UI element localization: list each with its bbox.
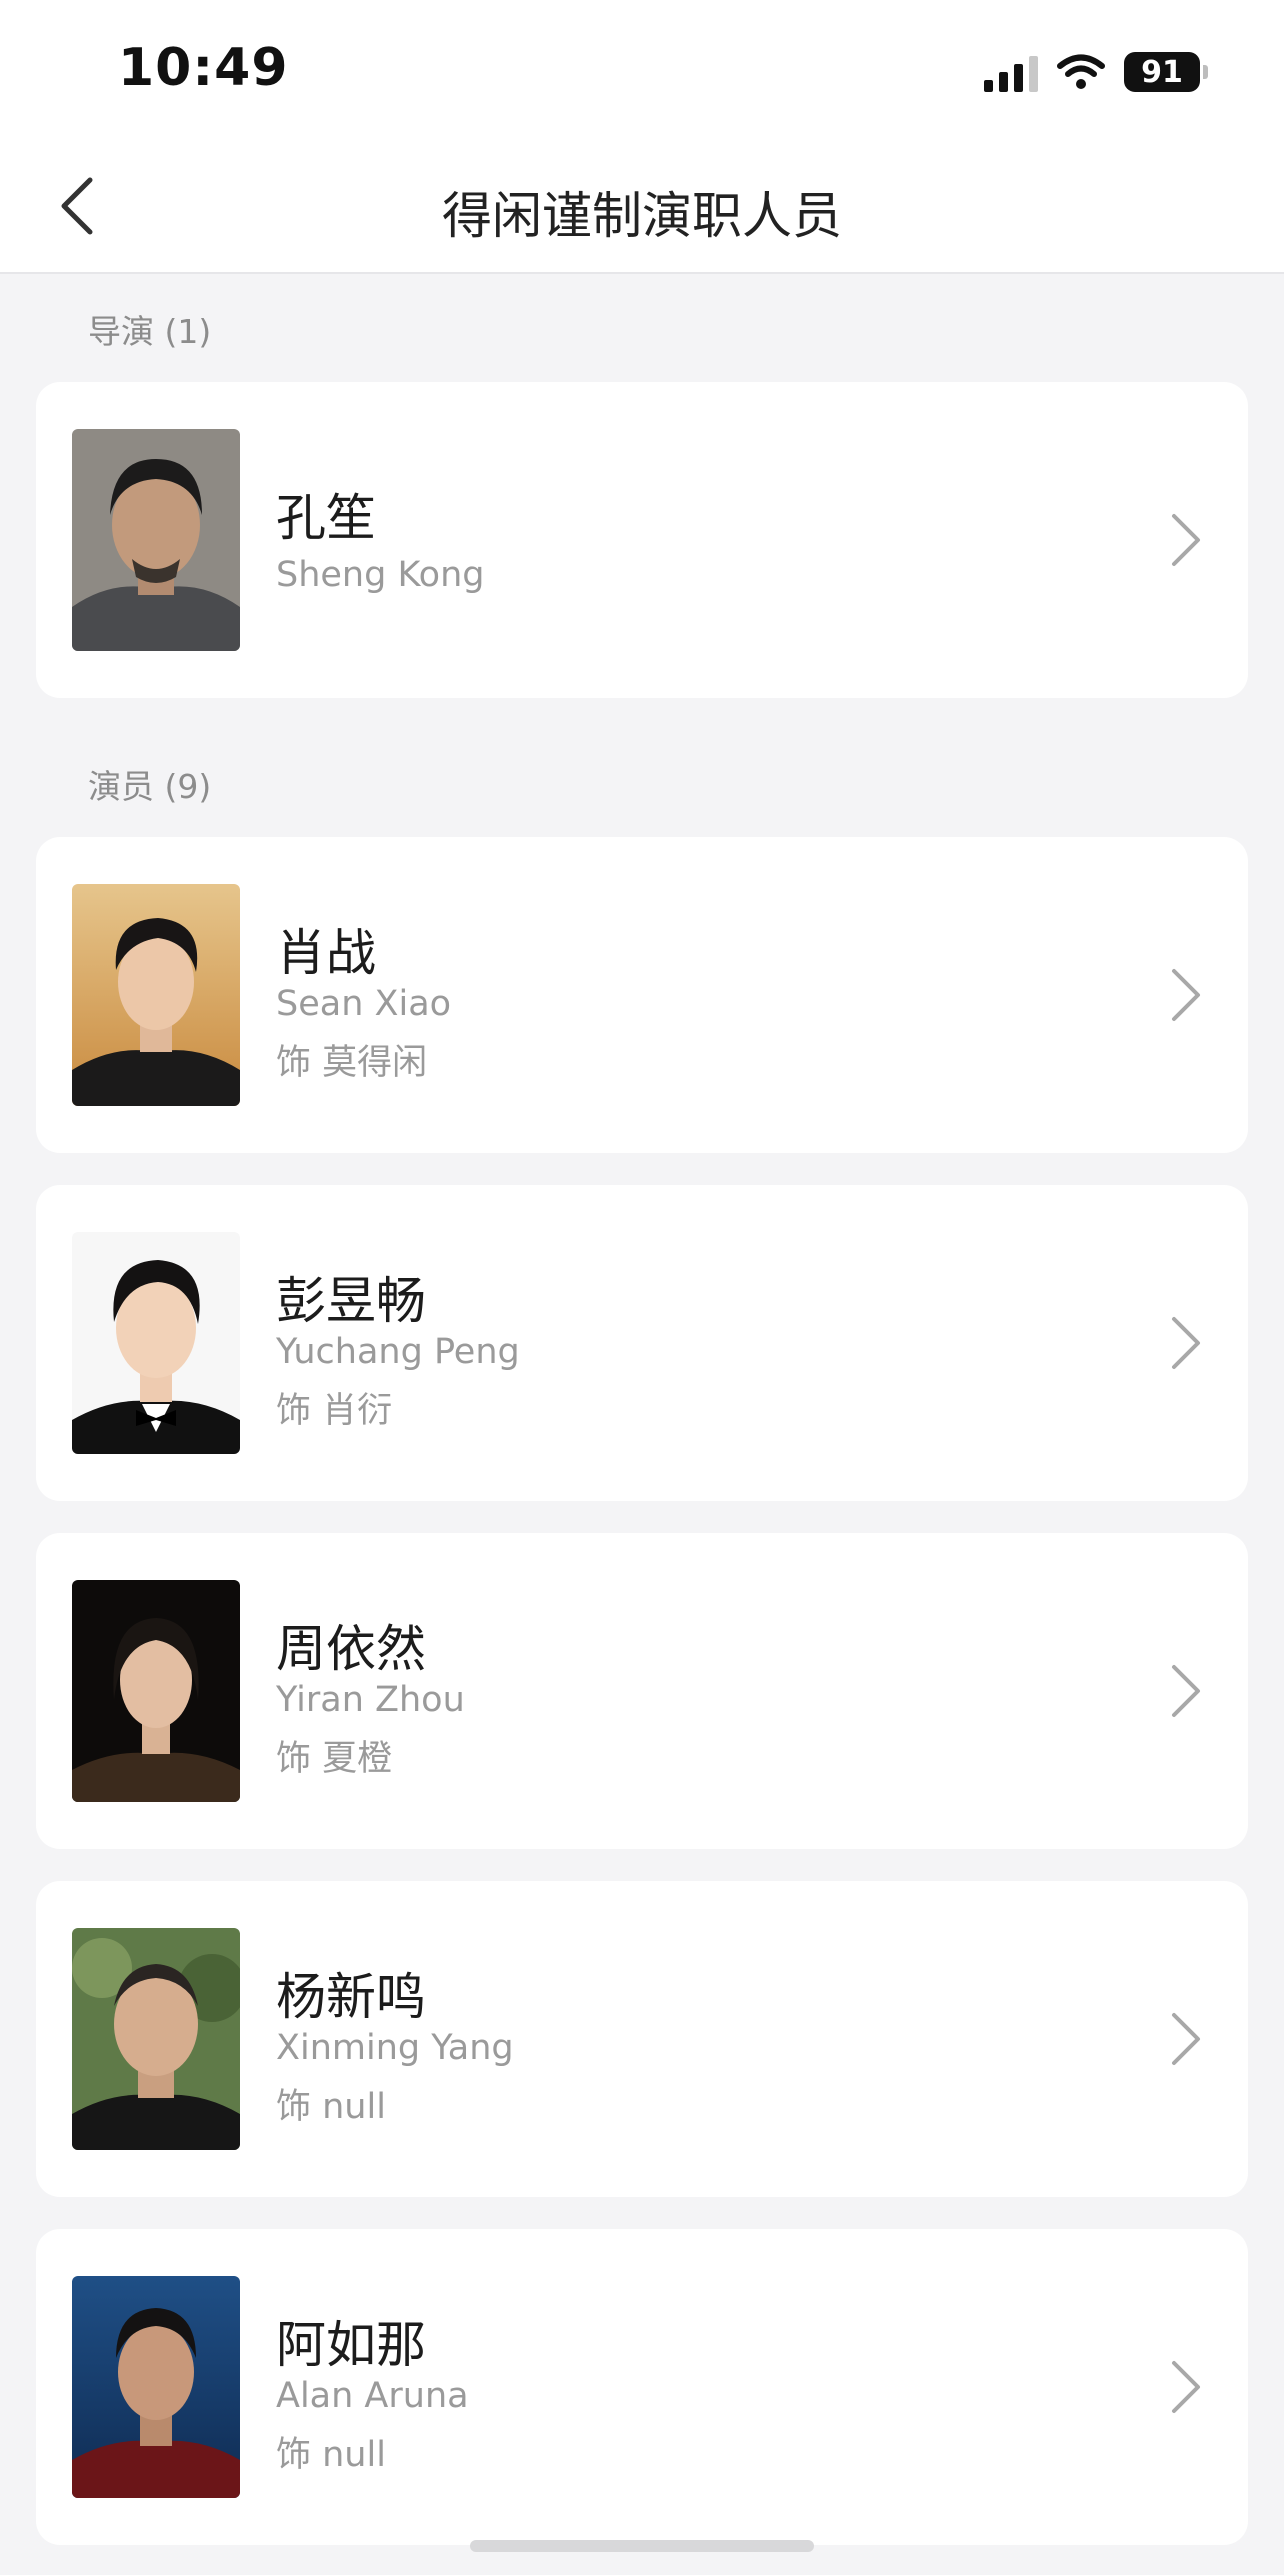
navigation-bar: 得闲谨制演职人员 [0,140,1284,274]
page-title: 得闲谨制演职人员 [442,187,842,245]
avatar [72,1580,240,1802]
person-name: 肖战 [276,924,376,982]
section-label-directors: 导演 (1) [88,312,212,351]
person-name: 彭昱畅 [276,1272,426,1330]
character-role: 饰 null [276,2087,386,2127]
status-time: 10:49 [118,38,289,98]
person-name: 孔笙 [276,489,376,547]
chevron-right-icon [1172,1665,1200,1717]
cast-card[interactable]: 肖战 Sean Xiao 饰 莫得闲 [36,837,1248,1153]
cast-card[interactable]: 杨新鸣 Xinming Yang 饰 null [36,1881,1248,2197]
chevron-right-icon [1172,969,1200,1021]
status-bar: 10:49 91 [0,0,1284,140]
chevron-right-icon [1172,2361,1200,2413]
chevron-right-icon [1172,514,1200,566]
avatar [72,2276,240,2498]
person-english-name: Yuchang Peng [276,1332,520,1372]
status-icons: 91 [984,50,1208,94]
cast-card[interactable]: 周依然 Yiran Zhou 饰 夏橙 [36,1533,1248,1849]
section-label-actors: 演员 (9) [88,767,212,806]
battery-level: 91 [1141,54,1183,90]
portrait-photo [72,884,240,1106]
person-english-name: Sheng Kong [276,555,485,595]
chevron-right-icon [1172,1317,1200,1369]
avatar [72,1928,240,2150]
person-english-name: Sean Xiao [276,984,452,1024]
portrait-photo [72,1580,240,1802]
crew-card-director[interactable]: 孔笙 Sheng Kong [36,382,1248,698]
person-english-name: Alan Aruna [276,2376,469,2416]
character-role: 饰 莫得闲 [276,1043,428,1083]
person-name: 杨新鸣 [276,1968,426,2026]
person-name: 周依然 [276,1620,426,1678]
battery-icon: 91 [1124,52,1208,92]
avatar [72,1232,240,1454]
character-role: 饰 null [276,2435,386,2475]
portrait-photo [72,2276,240,2498]
person-english-name: Xinming Yang [276,2028,514,2068]
cellular-signal-icon [984,52,1038,92]
portrait-photo [72,1928,240,2150]
person-name: 阿如那 [276,2316,426,2374]
wifi-icon [1057,54,1105,89]
character-role: 饰 肖衍 [276,1391,393,1431]
chevron-right-icon [1172,2013,1200,2065]
avatar [72,884,240,1106]
home-indicator [470,2540,814,2552]
cast-card[interactable]: 阿如那 Alan Aruna 饰 null [36,2229,1248,2545]
avatar [72,429,240,651]
portrait-photo [72,429,240,651]
cast-card[interactable]: 彭昱畅 Yuchang Peng 饰 肖衍 [36,1185,1248,1501]
person-english-name: Yiran Zhou [276,1680,465,1720]
portrait-photo [72,1232,240,1454]
character-role: 饰 夏橙 [276,1739,393,1779]
